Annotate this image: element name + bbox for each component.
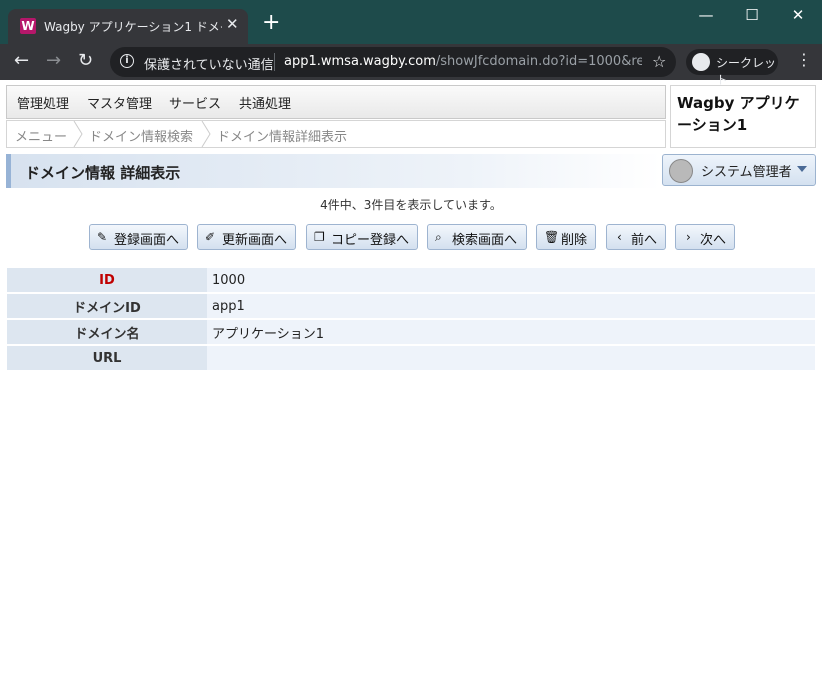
address-bar[interactable]: i 保護されていない通信 app1.wmsa.wagby.com/showJfc… xyxy=(110,47,676,77)
breadcrumb-search[interactable]: ドメイン情報検索 xyxy=(89,126,193,145)
field-label-domain-name: ドメイン名 xyxy=(7,320,207,344)
security-status: 保護されていない通信 xyxy=(144,58,274,73)
back-icon[interactable]: ← xyxy=(14,52,29,70)
chevron-right-icon: › xyxy=(686,230,691,244)
menu-item-common[interactable]: 共通処理 xyxy=(239,93,291,112)
table-row: ID 1000 xyxy=(7,268,815,292)
field-value-domain-name: アプリケーション1 xyxy=(207,320,815,344)
section-header: ドメイン情報 詳細表示 xyxy=(6,154,661,188)
forward-icon[interactable]: → xyxy=(46,52,61,70)
table-row: ドメイン名 アプリケーション1 xyxy=(7,320,815,344)
wagby-favicon-icon: W xyxy=(20,18,36,34)
close-window-icon[interactable]: ✕ xyxy=(788,6,808,24)
user-name: システム管理者 xyxy=(701,165,792,180)
browser-tab[interactable]: W Wagby アプリケーション1 ドメイン情報 ✕ xyxy=(8,9,248,44)
table-row: ドメインID app1 xyxy=(7,294,815,318)
breadcrumb-separator-icon xyxy=(201,121,211,147)
record-status: 4件中、3件目を表示しています。 xyxy=(320,198,502,212)
delete-button[interactable]: 🗑 削除 xyxy=(536,224,596,250)
user-avatar-icon xyxy=(669,159,693,183)
search-screen-button[interactable]: ⌕ 検索画面へ xyxy=(427,224,527,250)
previous-label: 前へ xyxy=(631,233,658,248)
chevron-left-icon: ‹ xyxy=(617,230,622,244)
next-label: 次へ xyxy=(700,233,727,248)
page-title: ドメイン情報 詳細表示 xyxy=(25,164,181,182)
delete-label: 削除 xyxy=(561,233,588,248)
info-icon[interactable]: i xyxy=(120,54,134,68)
breadcrumb-separator-icon xyxy=(73,121,83,147)
close-tab-icon[interactable]: ✕ xyxy=(226,15,239,33)
edit-icon: ✐ xyxy=(205,230,216,244)
pencil-icon: ✎ xyxy=(97,230,108,244)
search-icon: ⌕ xyxy=(435,230,442,244)
app-name-box: Wagby アプリケーション1 xyxy=(670,85,816,148)
incognito-icon xyxy=(692,53,710,71)
menu-item-service[interactable]: サービス xyxy=(169,93,221,112)
breadcrumb-detail: ドメイン情報詳細表示 xyxy=(217,130,348,145)
breadcrumb: メニュー ドメイン情報検索 ドメイン情報詳細表示 xyxy=(6,120,666,148)
menu-item-admin[interactable]: 管理処理 xyxy=(17,93,69,112)
app-name: Wagby アプリケーション1 xyxy=(677,94,800,134)
detail-table: ID 1000 ドメインID app1 ドメイン名 アプリケーション1 URL xyxy=(7,266,815,372)
field-value-domain-id: app1 xyxy=(207,294,815,318)
incognito-badge[interactable]: シークレット xyxy=(686,49,778,87)
trash-icon: 🗑 xyxy=(544,230,560,244)
new-tab-icon[interactable]: + xyxy=(262,12,280,34)
field-value-id: 1000 xyxy=(207,268,815,292)
incognito-label: シークレット xyxy=(716,56,777,87)
url-path: /showJfcdomain.do?id=1000&re... xyxy=(435,54,642,69)
browser-menu-icon[interactable]: ⋮ xyxy=(796,52,812,68)
browser-toolbar: ← → ↻ i 保護されていない通信 app1.wmsa.wagby.com/s… xyxy=(0,44,822,87)
register-label: 登録画面へ xyxy=(114,233,180,248)
table-row: URL xyxy=(7,346,815,370)
update-label: 更新画面へ xyxy=(222,233,288,248)
bookmark-star-icon[interactable]: ☆ xyxy=(652,52,666,71)
maximize-icon[interactable]: ☐ xyxy=(742,6,762,24)
field-label-id: ID xyxy=(7,268,207,292)
main-menu-bar: 管理処理 マスタ管理 サービス 共通処理 xyxy=(6,85,666,119)
divider xyxy=(274,53,275,71)
search-label: 検索画面へ xyxy=(452,233,518,248)
field-label-url: URL xyxy=(7,346,207,370)
user-menu-button[interactable]: システム管理者 xyxy=(662,154,816,186)
copy-label: コピー登録へ xyxy=(331,233,410,248)
field-value-url xyxy=(207,346,815,370)
url-text[interactable]: app1.wmsa.wagby.com/showJfcdomain.do?id=… xyxy=(284,54,642,69)
reload-icon[interactable]: ↻ xyxy=(78,52,93,70)
field-label-domain-id: ドメインID xyxy=(7,294,207,318)
copy-register-button[interactable]: ❐ コピー登録へ xyxy=(306,224,418,250)
register-screen-button[interactable]: ✎ 登録画面へ xyxy=(89,224,188,250)
menu-item-master[interactable]: マスタ管理 xyxy=(87,93,152,112)
copy-icon: ❐ xyxy=(314,230,325,244)
tab-title: Wagby アプリケーション1 ドメイン情報 xyxy=(44,20,222,34)
next-button[interactable]: › 次へ xyxy=(675,224,735,250)
update-screen-button[interactable]: ✐ 更新画面へ xyxy=(197,224,296,250)
breadcrumb-menu[interactable]: メニュー xyxy=(15,126,67,145)
previous-button[interactable]: ‹ 前へ xyxy=(606,224,666,250)
url-host: app1.wmsa.wagby.com xyxy=(284,54,436,69)
browser-title-bar: W Wagby アプリケーション1 ドメイン情報 ✕ + — ☐ ✕ xyxy=(0,0,822,44)
minimize-icon[interactable]: — xyxy=(696,6,716,24)
chevron-down-icon xyxy=(797,166,807,172)
